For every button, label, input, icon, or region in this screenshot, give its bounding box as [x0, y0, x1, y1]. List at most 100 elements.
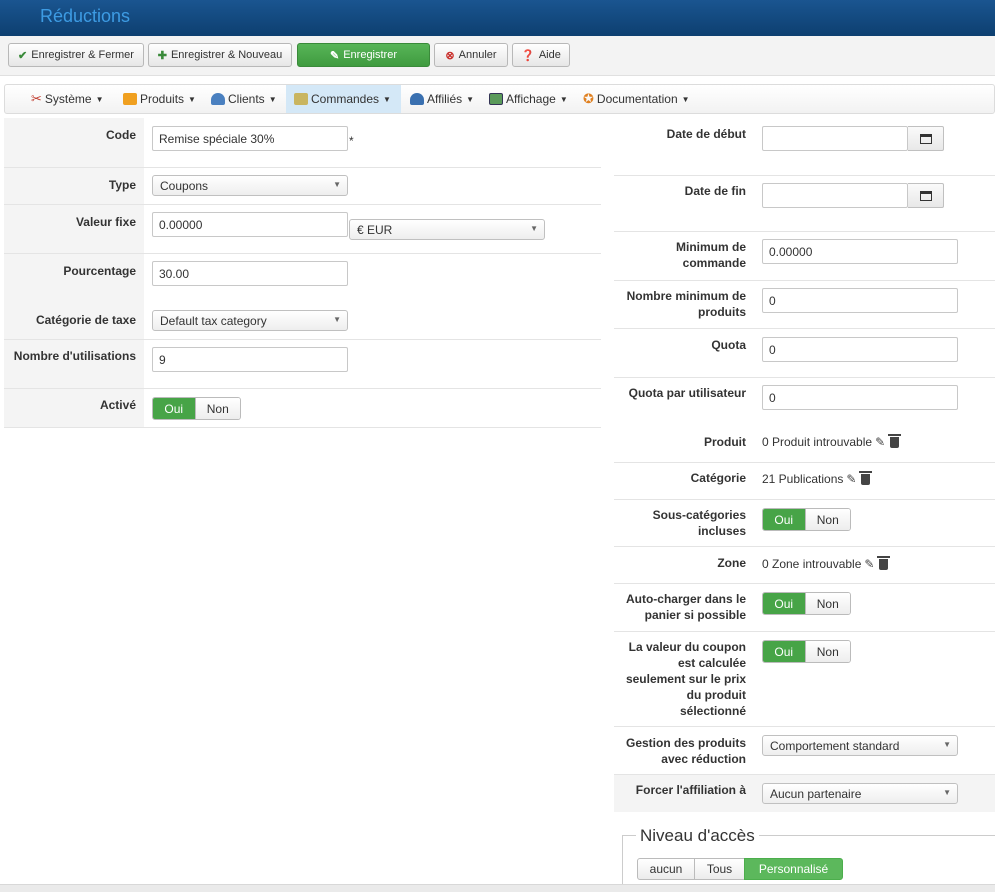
required-mark: *	[349, 134, 354, 148]
menu-commandes-label: Commandes	[311, 92, 380, 106]
menu-commandes[interactable]: Commandes ▼	[286, 85, 401, 113]
plus-icon: ✚	[157, 49, 167, 62]
access-custom-button[interactable]: Personnalisé	[744, 858, 843, 880]
trash-icon[interactable]	[888, 433, 902, 448]
edit-icon[interactable]: ✎	[864, 557, 874, 571]
autoload-toggle[interactable]: Oui Non	[762, 592, 851, 615]
tools-icon: ✂	[31, 91, 42, 106]
tax-category-select[interactable]: Default tax category ▼	[152, 310, 348, 331]
percent-input[interactable]: 30.00	[152, 261, 348, 286]
min-products-input[interactable]: 0	[762, 288, 958, 313]
save-new-label: Enregistrer & Nouveau	[170, 49, 283, 61]
trash-icon[interactable]	[859, 470, 873, 485]
label-autoload: Auto-charger dans le panier si possible	[625, 592, 746, 622]
chevron-down-icon: ▼	[943, 740, 951, 749]
zone-value-text: 0 Zone introuvable	[762, 557, 862, 571]
caret-icon: ▼	[383, 94, 391, 104]
category-value-text: 21 Publications	[762, 472, 844, 486]
active-toggle[interactable]: Oui Non	[152, 397, 241, 420]
label-fixed-value: Valeur fixe	[4, 205, 144, 253]
caret-icon: ▼	[188, 94, 196, 104]
help-label: Aide	[538, 49, 561, 61]
chevron-down-icon: ▼	[333, 180, 341, 189]
access-none-button[interactable]: aucun	[637, 858, 695, 880]
currency-select[interactable]: € EUR ▼	[349, 219, 545, 240]
category-value: 21 Publications ✎	[762, 470, 873, 488]
menu-documentation[interactable]: ✪ Documentation ▼	[583, 85, 695, 113]
label-start-date: Date de début	[666, 127, 746, 141]
label-uses: Nombre d'utilisations	[4, 340, 144, 388]
min-order-input[interactable]: 0.00000	[762, 239, 958, 264]
cancel-icon: ⊗	[445, 49, 455, 62]
save-close-label: Enregistrer & Fermer	[31, 49, 134, 61]
edit-icon[interactable]: ✎	[875, 435, 885, 449]
caret-icon: ▼	[559, 94, 568, 104]
trash-icon[interactable]	[877, 555, 891, 570]
caret-icon: ▼	[95, 94, 104, 104]
access-level-legend: Niveau d'accès	[636, 826, 759, 846]
fixed-value-input[interactable]: 0.00000	[152, 212, 348, 237]
access-all-button[interactable]: Tous	[694, 858, 745, 880]
menu-bar: ✂ Système ▼ Produits ▼ Clients ▼ Commandes ▼…	[4, 84, 995, 114]
save-new-button[interactable]: ✚ Enregistrer & Nouveau	[148, 43, 292, 67]
end-date-calendar-button[interactable]	[908, 183, 944, 208]
active-no-button[interactable]: Non	[194, 398, 240, 419]
calendar-icon	[919, 133, 932, 144]
label-type: Type	[4, 168, 144, 204]
subcategories-toggle[interactable]: Oui Non	[762, 508, 851, 531]
force-affiliate-select[interactable]: Aucun partenaire ▼	[762, 783, 958, 804]
active-yes-button[interactable]: Oui	[153, 398, 195, 419]
label-min-order: Minimum de commande	[675, 240, 746, 270]
caret-icon: ▼	[681, 94, 690, 104]
force-affiliate-select-value: Aucun partenaire	[770, 786, 862, 801]
menu-affichage[interactable]: Affichage ▼	[489, 85, 571, 113]
label-min-products: Nombre minimum de produits	[626, 289, 746, 319]
code-input[interactable]: Remise spéciale 30%	[152, 126, 348, 151]
type-select[interactable]: Coupons ▼	[152, 175, 348, 196]
label-quota: Quota	[711, 338, 746, 352]
label-force-affiliate: Forcer l'affiliation à	[635, 783, 746, 797]
discounted-products-select[interactable]: Comportement standard ▼	[762, 735, 958, 756]
label-subcategories: Sous-catégories incluses	[652, 508, 746, 538]
subcategories-yes-button[interactable]: Oui	[763, 509, 805, 530]
zone-value: 0 Zone introuvable ✎	[762, 555, 891, 573]
caret-icon: ▼	[466, 94, 475, 104]
product-value: 0 Produit introuvable ✎	[762, 433, 902, 451]
subcategories-no-button[interactable]: Non	[804, 509, 850, 530]
save-close-button[interactable]: ✔ Enregistrer & Fermer	[8, 43, 144, 67]
label-zone: Zone	[717, 556, 746, 570]
coupon-value-product-no-button[interactable]: Non	[804, 641, 850, 662]
calendar-icon	[919, 190, 932, 201]
menu-systeme[interactable]: ✂ Système ▼	[31, 85, 111, 113]
edit-icon[interactable]: ✎	[846, 472, 856, 486]
coupon-value-product-toggle[interactable]: Oui Non	[762, 640, 851, 663]
save-button[interactable]: ✎ Enregistrer	[297, 43, 430, 67]
label-coupon-value-product: La valeur du coupon est calculée seuleme…	[625, 640, 746, 718]
end-date-input[interactable]	[762, 183, 908, 208]
menu-clients[interactable]: Clients ▼	[211, 85, 285, 113]
check-icon: ✔	[18, 49, 28, 62]
start-date-input[interactable]	[762, 126, 908, 151]
title-bar: Réductions	[0, 0, 995, 36]
type-select-value: Coupons	[160, 178, 209, 193]
products-icon	[123, 93, 137, 105]
discounted-products-select-value: Comportement standard	[770, 738, 900, 753]
coupon-value-product-yes-button[interactable]: Oui	[763, 641, 805, 662]
menu-affilies-label: Affiliés	[427, 92, 463, 106]
autoload-yes-button[interactable]: Oui	[763, 593, 805, 614]
help-button[interactable]: ❓ Aide	[512, 43, 570, 67]
cancel-label: Annuler	[458, 49, 497, 61]
cancel-button[interactable]: ⊗ Annuler	[434, 43, 508, 67]
uses-input[interactable]: 9	[152, 347, 348, 372]
start-date-calendar-button[interactable]	[908, 126, 944, 151]
chevron-down-icon: ▼	[530, 224, 538, 233]
autoload-no-button[interactable]: Non	[804, 593, 850, 614]
menu-affilies[interactable]: Affiliés ▼	[410, 85, 482, 113]
menu-affichage-label: Affichage	[506, 92, 556, 106]
quota-input[interactable]: 0	[762, 337, 958, 362]
menu-produits[interactable]: Produits ▼	[123, 85, 201, 113]
affiliates-icon	[410, 93, 424, 105]
label-discounted-products: Gestion des produits avec réduction	[625, 736, 746, 766]
users-icon	[211, 93, 225, 105]
label-end-date: Date de fin	[684, 184, 746, 198]
